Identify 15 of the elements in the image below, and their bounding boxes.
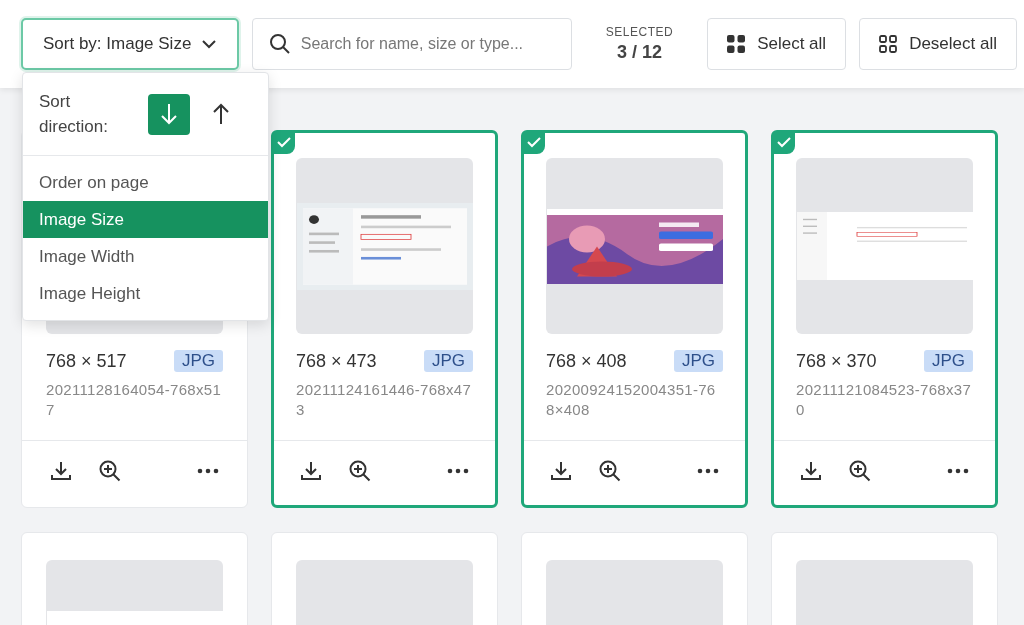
image-dimensions: 768 × 473 [296,350,377,372]
selected-count: 3 / 12 [616,42,662,63]
image-dimensions: 768 × 517 [46,350,127,372]
format-badge: JPG [423,350,473,372]
sort-direction-label: Sort direction: [39,91,109,138]
format-badge: JPG [173,350,223,372]
file-name: 20211128164054-768x517 [46,380,223,420]
file-name: 20200924152004351-768×408 [546,380,717,420]
image-dimensions: 768 × 408 [546,350,627,372]
image-dimensions: 768 × 370 [796,350,877,372]
selected-label: SELECTED [605,25,674,39]
format-badge: JPG [673,350,723,372]
format-badge: JPG [923,350,973,372]
file-name: 20211121084523-768x370 [796,380,973,420]
file-name: 20211124161446-768x473 [296,380,473,420]
